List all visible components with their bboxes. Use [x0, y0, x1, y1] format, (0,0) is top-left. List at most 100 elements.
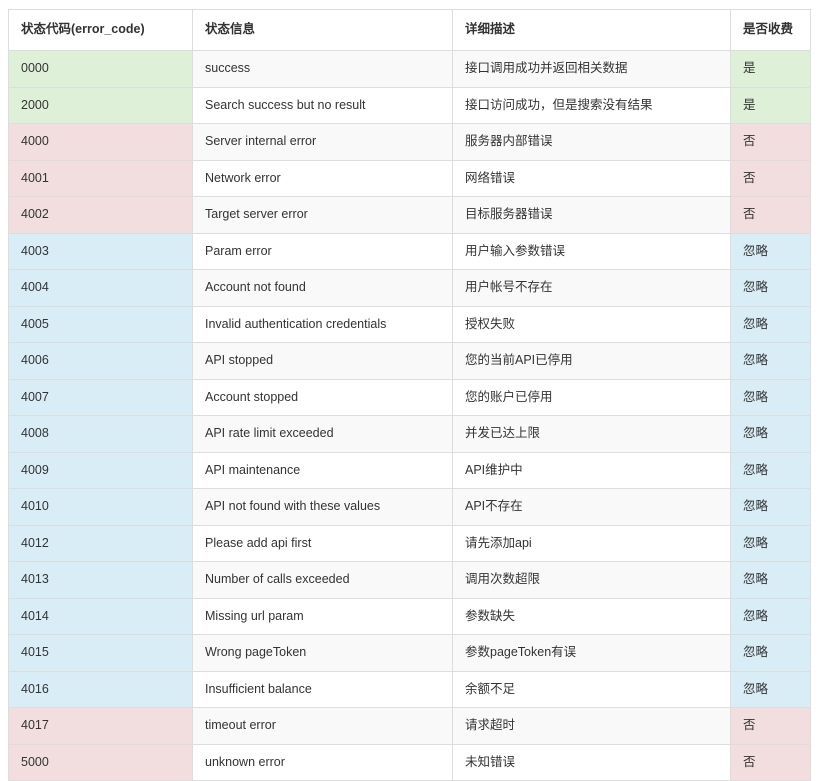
cell-billable: 否 [730, 196, 811, 234]
error-code-table: 状态代码(error_code) 状态信息 详细描述 是否收费 0000 succ… [8, 9, 811, 781]
cell-status-message: API maintenance [192, 451, 453, 489]
cell-description: 授权失败 [452, 305, 731, 343]
cell-status-message: Network error [192, 159, 453, 197]
cell-description: 您的当前API已停用 [452, 342, 731, 380]
table-row: 0000 success 接口调用成功并返回相关数据是 [8, 50, 811, 88]
table-row: 4008 API rate limit exceeded 并发已达上限 忽略 [8, 415, 811, 453]
cell-status-message: unknown error [192, 743, 453, 781]
table-row: 4003 Param error 用户输入参数错误 忽略 [8, 232, 811, 270]
cell-status-message: Missing url param [192, 597, 453, 635]
table-row: 5000 unknown error 未知错误否 [8, 743, 811, 781]
cell-description: 接口访问成功，但是搜索没有结果 [452, 86, 731, 124]
column-header-description: 详细描述 [452, 9, 731, 51]
table-row: 4005 Invalid authentication credentials 授权… [8, 305, 811, 343]
cell-error-code: 4004 [8, 269, 193, 307]
cell-billable: 忽略 [730, 378, 811, 416]
cell-billable: 否 [730, 707, 811, 745]
cell-description: 请先添加api [452, 524, 731, 562]
cell-error-code: 4008 [8, 415, 193, 453]
table-row: 4010 API not found with these values API不存… [8, 488, 811, 526]
table-row: 4013 Number of calls exceeded 调用次数超限 忽略 [8, 561, 811, 599]
cell-status-message: Search success but no result [192, 86, 453, 124]
table-header: 状态代码(error_code) 状态信息 详细描述 是否收费 [8, 9, 811, 51]
table-header-row: 状态代码(error_code) 状态信息 详细描述 是否收费 [8, 9, 811, 51]
cell-description: 并发已达上限 [452, 415, 731, 453]
cell-error-code: 2000 [8, 86, 193, 124]
cell-description: 服务器内部错误 [452, 123, 731, 161]
cell-status-message: Server internal error [192, 123, 453, 161]
table-row: 4007 Account stopped 您的账户已停用 忽略 [8, 378, 811, 416]
cell-error-code: 0000 [8, 50, 193, 88]
cell-billable: 是 [730, 86, 811, 124]
table-row: 4015 Wrong pageToken 参数pageToken有误 忽略 [8, 634, 811, 672]
cell-billable: 忽略 [730, 597, 811, 635]
cell-status-message: Param error [192, 232, 453, 270]
cell-description: API维护中 [452, 451, 731, 489]
cell-billable: 忽略 [730, 561, 811, 599]
cell-billable: 忽略 [730, 488, 811, 526]
cell-billable: 忽略 [730, 269, 811, 307]
cell-error-code: 4010 [8, 488, 193, 526]
cell-error-code: 4016 [8, 670, 193, 708]
cell-billable: 忽略 [730, 305, 811, 343]
cell-error-code: 4003 [8, 232, 193, 270]
cell-billable: 忽略 [730, 524, 811, 562]
cell-status-message: API not found with these values [192, 488, 453, 526]
column-header-error-code: 状态代码(error_code) [8, 9, 193, 51]
cell-status-message: Wrong pageToken [192, 634, 453, 672]
cell-error-code: 4012 [8, 524, 193, 562]
cell-billable: 否 [730, 743, 811, 781]
cell-description: 未知错误 [452, 743, 731, 781]
cell-billable: 忽略 [730, 451, 811, 489]
cell-description: 调用次数超限 [452, 561, 731, 599]
cell-description: 用户帐号不存在 [452, 269, 731, 307]
cell-billable: 忽略 [730, 634, 811, 672]
cell-billable: 否 [730, 159, 811, 197]
cell-error-code: 4014 [8, 597, 193, 635]
cell-billable: 忽略 [730, 342, 811, 380]
cell-error-code: 5000 [8, 743, 193, 781]
table-row: 4017 timeout error 请求超时否 [8, 707, 811, 745]
table-row: 4012 Please add api first 请先添加api 忽略 [8, 524, 811, 562]
cell-error-code: 4015 [8, 634, 193, 672]
cell-error-code: 4005 [8, 305, 193, 343]
cell-description: 网络错误 [452, 159, 731, 197]
cell-status-message: Insufficient balance [192, 670, 453, 708]
cell-status-message: Invalid authentication credentials [192, 305, 453, 343]
cell-error-code: 4017 [8, 707, 193, 745]
cell-status-message: success [192, 50, 453, 88]
cell-billable: 是 [730, 50, 811, 88]
cell-status-message: API rate limit exceeded [192, 415, 453, 453]
table-row: 2000 Search success but no result 接口访问成功，但… [8, 86, 811, 124]
cell-description: 参数pageToken有误 [452, 634, 731, 672]
cell-error-code: 4002 [8, 196, 193, 234]
cell-description: 用户输入参数错误 [452, 232, 731, 270]
cell-status-message: timeout error [192, 707, 453, 745]
cell-billable: 忽略 [730, 232, 811, 270]
cell-error-code: 4006 [8, 342, 193, 380]
cell-description: 接口调用成功并返回相关数据 [452, 50, 731, 88]
cell-description: API不存在 [452, 488, 731, 526]
cell-status-message: Please add api first [192, 524, 453, 562]
cell-error-code: 4007 [8, 378, 193, 416]
cell-error-code: 4009 [8, 451, 193, 489]
table-row: 4006 API stopped 您的当前API已停用 忽略 [8, 342, 811, 380]
table-row: 4000 Server internal error 服务器内部错误否 [8, 123, 811, 161]
column-header-status-message: 状态信息 [192, 9, 453, 51]
cell-billable: 忽略 [730, 670, 811, 708]
cell-status-message: API stopped [192, 342, 453, 380]
cell-description: 请求超时 [452, 707, 731, 745]
table-row: 4004 Account not found 用户帐号不存在 忽略 [8, 269, 811, 307]
cell-billable: 忽略 [730, 415, 811, 453]
cell-description: 目标服务器错误 [452, 196, 731, 234]
cell-error-code: 4001 [8, 159, 193, 197]
cell-status-message: Target server error [192, 196, 453, 234]
table-row: 4001 Network error 网络错误否 [8, 159, 811, 197]
error-code-table-container: 状态代码(error_code) 状态信息 详细描述 是否收费 0000 succ… [8, 9, 811, 781]
cell-billable: 否 [730, 123, 811, 161]
column-header-billable: 是否收费 [730, 9, 811, 51]
cell-status-message: Account stopped [192, 378, 453, 416]
table-row: 4016 Insufficient balance 余额不足 忽略 [8, 670, 811, 708]
table-row: 4014 Missing url param 参数缺失 忽略 [8, 597, 811, 635]
cell-description: 您的账户已停用 [452, 378, 731, 416]
